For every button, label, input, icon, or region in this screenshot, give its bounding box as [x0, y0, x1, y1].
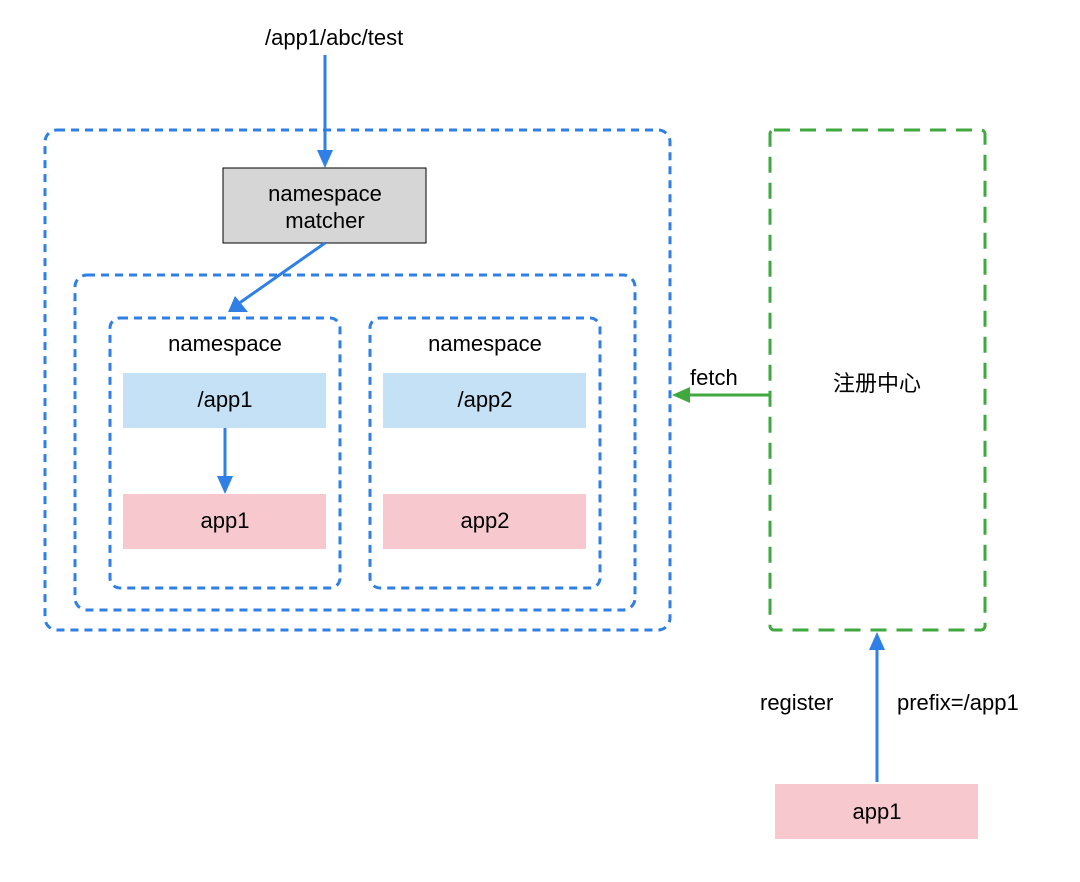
arrow-incoming	[317, 55, 333, 168]
namespace-2-app: app2	[383, 494, 586, 549]
register-label: register	[760, 690, 833, 715]
namespace-1-path: /app1	[123, 373, 326, 428]
prefix-label: prefix=/app1	[897, 690, 1019, 715]
namespace-2-path: /app2	[383, 373, 586, 428]
svg-text:/app1: /app1	[197, 387, 252, 412]
bottom-app-box: app1	[775, 784, 978, 839]
svg-text:app2: app2	[461, 508, 510, 533]
incoming-path-label: /app1/abc/test	[265, 25, 403, 50]
matcher-line2: matcher	[285, 208, 364, 233]
namespace-1-title: namespace	[168, 331, 282, 356]
registry-label: 注册中心	[833, 371, 921, 396]
matcher-line1: namespace	[268, 181, 382, 206]
namespace-2-title: namespace	[428, 331, 542, 356]
svg-text:/app2: /app2	[457, 387, 512, 412]
arrow-matcher-to-ns1	[228, 243, 325, 312]
svg-text:app1: app1	[853, 799, 902, 824]
arrow-register	[869, 632, 885, 782]
arrow-ns1-path-to-app	[217, 428, 233, 494]
inner-container	[75, 275, 635, 610]
fetch-label: fetch	[690, 365, 738, 390]
svg-text:app1: app1	[201, 508, 250, 533]
namespace-matcher-box: namespace matcher	[223, 168, 426, 243]
namespace-1-app: app1	[123, 494, 326, 549]
